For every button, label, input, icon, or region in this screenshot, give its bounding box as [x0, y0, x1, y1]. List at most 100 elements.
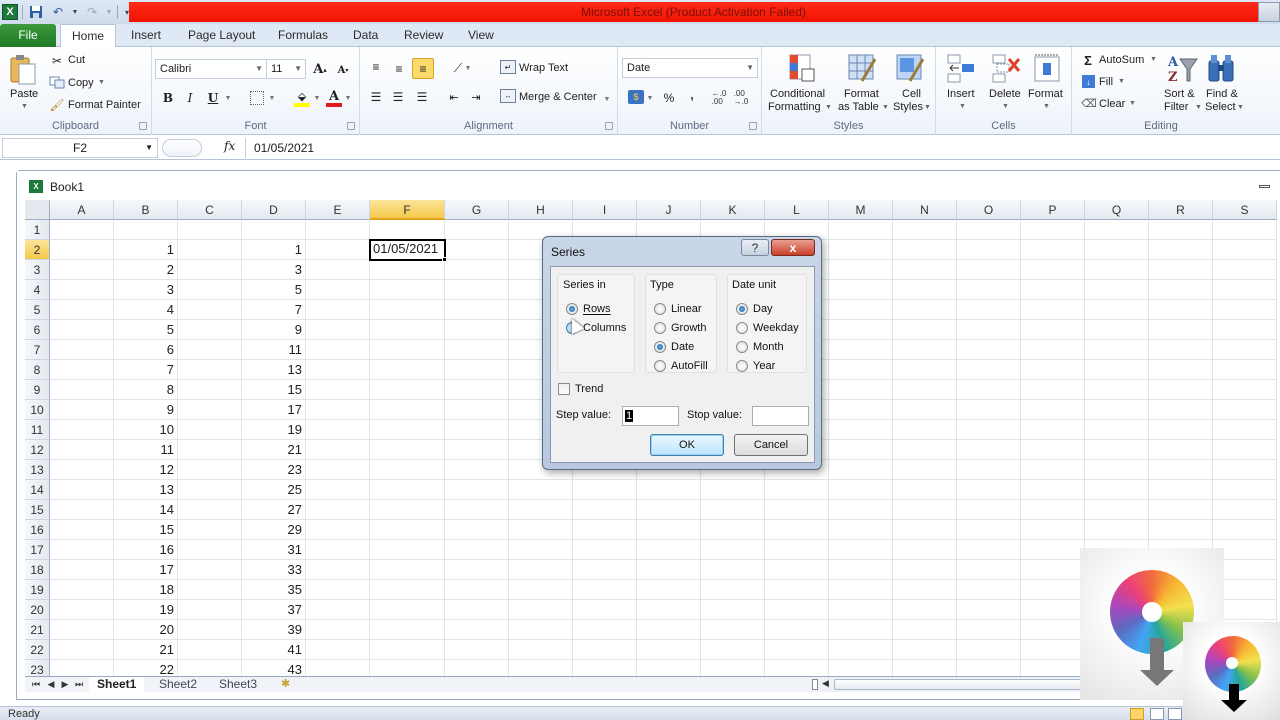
cell-r9[interactable] — [1149, 380, 1213, 400]
cell-c2[interactable] — [178, 240, 242, 260]
cell-q9[interactable] — [1085, 380, 1149, 400]
cell-k18[interactable] — [701, 560, 765, 580]
cell-c22[interactable] — [178, 640, 242, 660]
name-box[interactable]: F2 ▼ — [2, 138, 158, 158]
cell-m1[interactable] — [829, 220, 893, 240]
cell-a12[interactable] — [50, 440, 114, 460]
cell-a1[interactable] — [50, 220, 114, 240]
sort-filter-label-2[interactable]: Filter — [1164, 101, 1188, 113]
cell-i14[interactable] — [573, 480, 637, 500]
insert-cells-dropdown-icon[interactable]: ▼ — [959, 103, 966, 110]
cell-o7[interactable] — [957, 340, 1021, 360]
cell-r2[interactable] — [1149, 240, 1213, 260]
sort-filter-dropdown-icon[interactable]: ▼ — [1195, 104, 1202, 111]
cell-r16[interactable] — [1149, 520, 1213, 540]
cell-q7[interactable] — [1085, 340, 1149, 360]
radio-year[interactable]: Year — [736, 360, 775, 372]
cell-c17[interactable] — [178, 540, 242, 560]
top-align-icon[interactable]: ≡ — [368, 59, 384, 75]
cell-n6[interactable] — [893, 320, 957, 340]
cell-styles-label-2[interactable]: Styles — [893, 101, 923, 113]
cell-a2[interactable] — [50, 240, 114, 260]
cell-m3[interactable] — [829, 260, 893, 280]
cell-f20[interactable] — [370, 600, 445, 620]
column-header-o[interactable]: O — [957, 200, 1021, 220]
minimize-window-button[interactable] — [1258, 2, 1280, 22]
radio-day[interactable]: Day — [736, 303, 773, 315]
cell-d17[interactable]: 31 — [242, 540, 306, 560]
row-header-9[interactable]: 9 — [25, 380, 50, 400]
row-header-7[interactable]: 7 — [25, 340, 50, 360]
grow-font-icon[interactable]: A ▴ — [312, 61, 328, 77]
cell-g23[interactable] — [445, 660, 509, 676]
cell-p9[interactable] — [1021, 380, 1085, 400]
decrease-decimal-icon[interactable]: .00 →.0 — [732, 90, 750, 106]
increase-indent-icon[interactable]: ⇥ — [468, 89, 484, 105]
cell-o16[interactable] — [957, 520, 1021, 540]
tab-home[interactable]: Home — [60, 24, 116, 48]
cell-k23[interactable] — [701, 660, 765, 676]
cell-e14[interactable] — [306, 480, 370, 500]
trend-checkbox[interactable] — [558, 383, 570, 395]
cell-p16[interactable] — [1021, 520, 1085, 540]
cell-e1[interactable] — [306, 220, 370, 240]
fill-color-dropdown-icon[interactable]: ▼ — [313, 93, 321, 103]
column-header-s[interactable]: S — [1213, 200, 1277, 220]
cell-e3[interactable] — [306, 260, 370, 280]
cell-s7[interactable] — [1213, 340, 1277, 360]
cell-k21[interactable] — [701, 620, 765, 640]
cell-h14[interactable] — [509, 480, 573, 500]
cell-d10[interactable]: 17 — [242, 400, 306, 420]
cell-l23[interactable] — [765, 660, 829, 676]
cell-b16[interactable]: 15 — [114, 520, 178, 540]
tab-review[interactable]: Review — [404, 24, 443, 47]
cell-d4[interactable]: 5 — [242, 280, 306, 300]
cell-p19[interactable] — [1021, 580, 1085, 600]
cell-f4[interactable] — [370, 280, 445, 300]
merge-center-dropdown-icon[interactable]: ▼ — [603, 94, 611, 104]
cell-e21[interactable] — [306, 620, 370, 640]
row-header-12[interactable]: 12 — [25, 440, 50, 460]
cell-e5[interactable] — [306, 300, 370, 320]
radio-rows[interactable]: Rows — [566, 303, 611, 315]
cell-q1[interactable] — [1085, 220, 1149, 240]
cell-r14[interactable] — [1149, 480, 1213, 500]
radio-weekday[interactable]: Weekday — [736, 322, 799, 334]
column-header-l[interactable]: L — [765, 200, 829, 220]
fill-color-icon[interactable]: ⬙ — [294, 89, 310, 107]
cell-p23[interactable] — [1021, 660, 1085, 676]
cell-g2[interactable] — [445, 240, 509, 260]
cell-l14[interactable] — [765, 480, 829, 500]
increase-decimal-icon[interactable]: ←.0.00 — [710, 90, 728, 106]
cell-n17[interactable] — [893, 540, 957, 560]
find-select-label-2[interactable]: Select — [1205, 101, 1236, 113]
cell-c6[interactable] — [178, 320, 242, 340]
cell-m9[interactable] — [829, 380, 893, 400]
cell-o1[interactable] — [957, 220, 1021, 240]
cell-m15[interactable] — [829, 500, 893, 520]
cell-s9[interactable] — [1213, 380, 1277, 400]
cell-j19[interactable] — [637, 580, 701, 600]
cell-s13[interactable] — [1213, 460, 1277, 480]
cell-p5[interactable] — [1021, 300, 1085, 320]
cell-a16[interactable] — [50, 520, 114, 540]
row-header-1[interactable]: 1 — [25, 220, 50, 240]
cell-e22[interactable] — [306, 640, 370, 660]
stop-value-input[interactable] — [752, 406, 809, 426]
cell-f17[interactable] — [370, 540, 445, 560]
cell-d9[interactable]: 15 — [242, 380, 306, 400]
cell-b1[interactable] — [114, 220, 178, 240]
cell-k22[interactable] — [701, 640, 765, 660]
save-icon[interactable] — [27, 3, 45, 21]
delete-cells-dropdown-icon[interactable]: ▼ — [1002, 103, 1009, 110]
find-select-dropdown-icon[interactable]: ▼ — [1237, 104, 1244, 111]
active-cell-f2[interactable]: 01/05/2021 — [369, 239, 446, 261]
cell-r3[interactable] — [1149, 260, 1213, 280]
cell-d11[interactable]: 19 — [242, 420, 306, 440]
cell-s6[interactable] — [1213, 320, 1277, 340]
orientation-dropdown-icon[interactable]: ▼ — [464, 63, 472, 73]
cell-f19[interactable] — [370, 580, 445, 600]
cell-c21[interactable] — [178, 620, 242, 640]
cell-n16[interactable] — [893, 520, 957, 540]
conditional-formatting-dropdown-icon[interactable]: ▼ — [825, 104, 832, 111]
